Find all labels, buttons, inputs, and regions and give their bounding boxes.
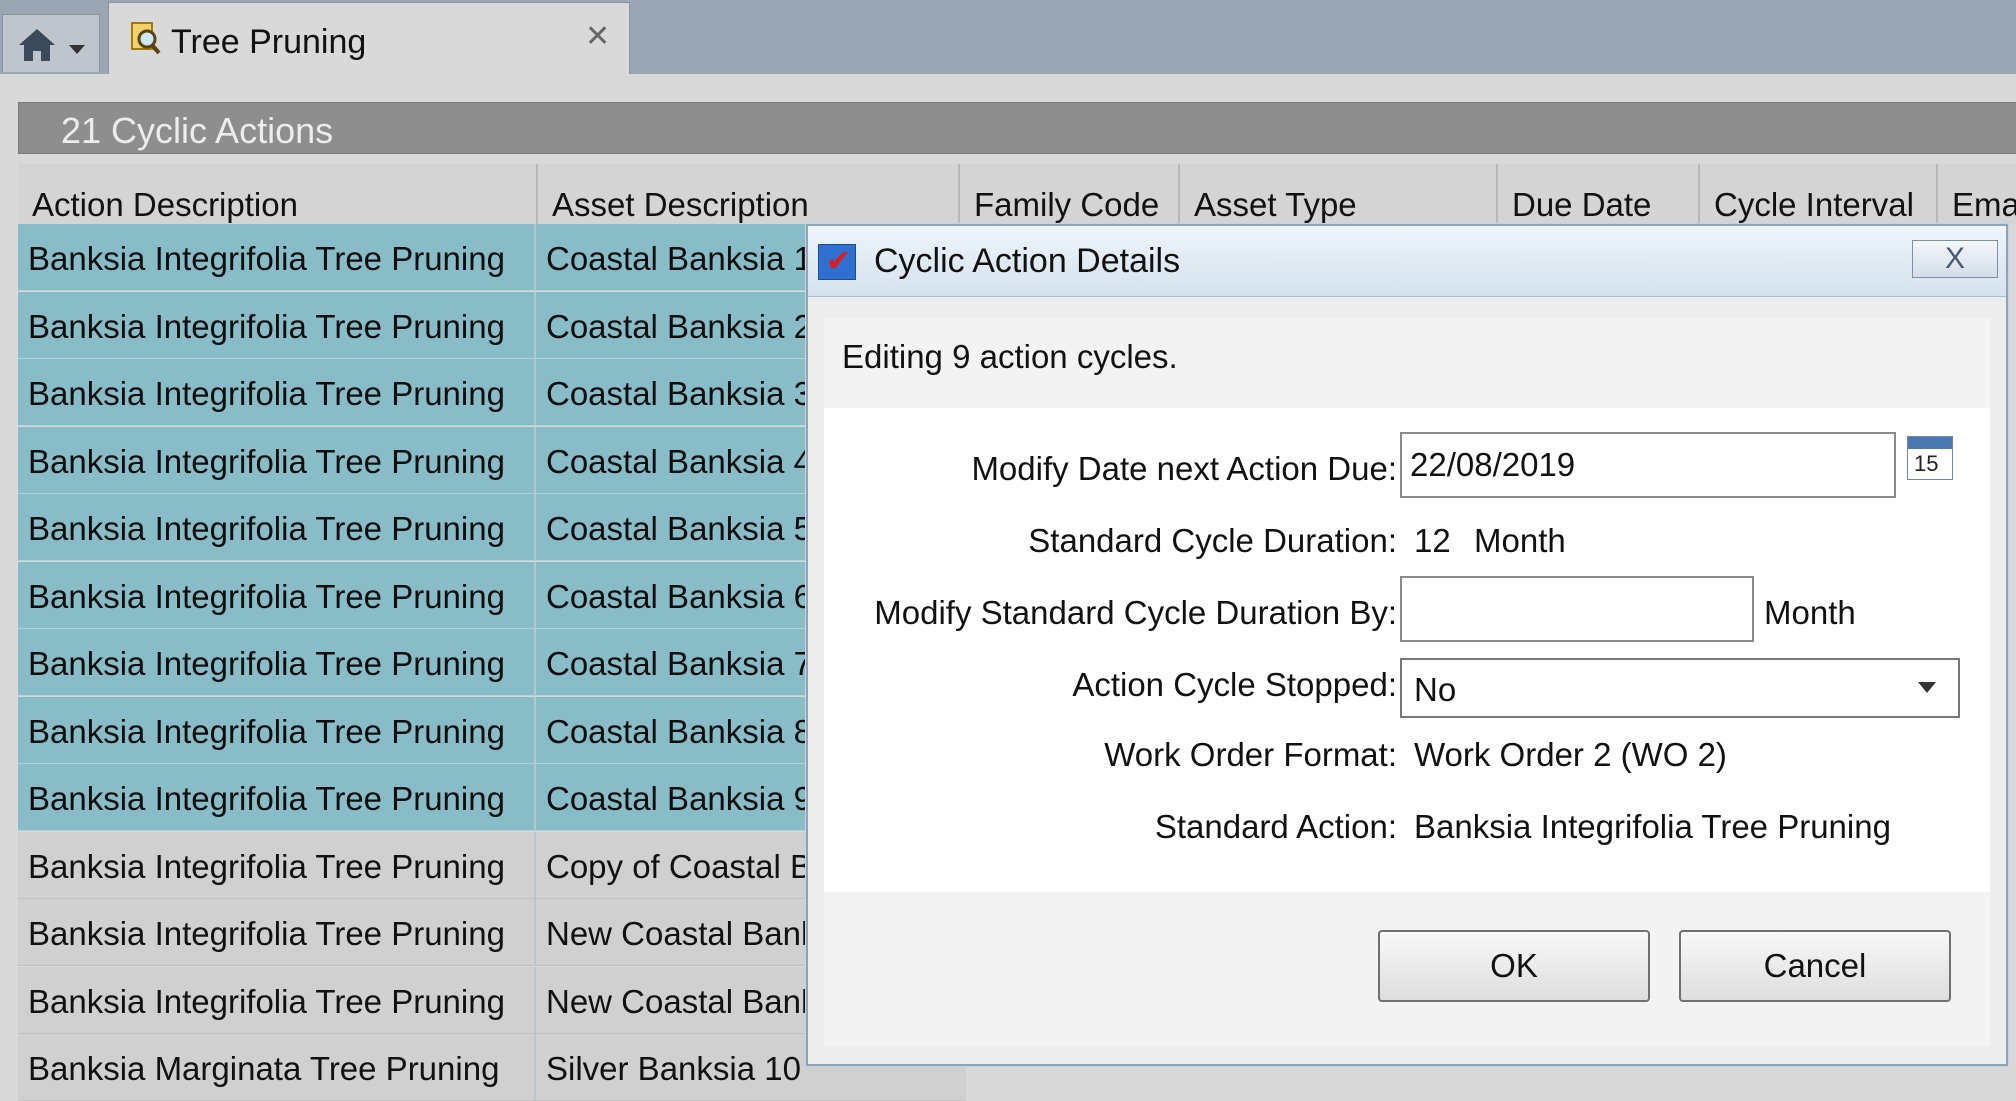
dialog-title: Cyclic Action Details [874,242,1181,280]
modify-cycle-duration-unit: Month [1764,594,1856,631]
cell-action-description: Banksia Integrifolia Tree Pruning [18,899,536,966]
standard-cycle-duration-label: Standard Cycle Duration: [1028,522,1397,559]
cell-action-description: Banksia Integrifolia Tree Pruning [18,629,536,696]
work-order-format-value: Work Order 2 (WO 2) [1414,736,1727,773]
dialog-close-button[interactable]: X [1912,240,1998,278]
column-header-action-description[interactable]: Action Description [18,164,538,224]
home-menu-button[interactable] [2,14,100,72]
search-document-icon [131,22,161,55]
column-header-due-date[interactable]: Due Date [1498,164,1700,224]
dialog-form: Modify Date next Action Due: 22/08/2019 … [824,408,1990,892]
column-header-cycle-interval[interactable]: Cycle Interval [1700,164,1938,224]
column-header-family-code[interactable]: Family Code [960,164,1180,224]
calendar-icon[interactable]: 15 [1907,436,1953,480]
cell-action-description: Banksia Integrifolia Tree Pruning [18,831,536,899]
list-title: 21 Cyclic Actions [61,110,334,151]
cyclic-action-details-dialog: ✔ Cyclic Action Details X Editing 9 acti… [806,224,2008,1066]
action-cycle-stopped-select[interactable]: No [1400,658,1960,718]
cell-action-description: Banksia Integrifolia Tree Pruning [18,966,536,1034]
close-icon[interactable]: ✕ [585,19,610,54]
checkbox-app-icon: ✔ [818,244,856,280]
standard-action-label: Standard Action: [1154,808,1397,845]
list-title-bar: 21 Cyclic Actions [18,102,2016,154]
column-header-asset-type[interactable]: Asset Type [1180,164,1498,224]
modify-cycle-duration-label: Modify Standard Cycle Duration By: [874,594,1397,631]
standard-action-value: Banksia Integrifolia Tree Pruning [1414,808,1891,845]
tab-strip: Tree Pruning ✕ [0,0,2016,75]
action-cycle-stopped-value: No [1414,671,1457,708]
cell-action-description: Banksia Integrifolia Tree Pruning [18,764,536,831]
dialog-subtitle: Editing 9 action cycles. [842,338,1178,375]
tab-tree-pruning[interactable]: Tree Pruning ✕ [108,2,630,74]
ok-button[interactable]: OK [1378,930,1650,1002]
home-icon [19,29,55,61]
chevron-down-icon [1918,682,1936,693]
chevron-down-icon [69,45,85,54]
modify-cycle-duration-input[interactable] [1400,576,1754,642]
action-cycle-stopped-label: Action Cycle Stopped: [1072,666,1397,703]
cell-action-description: Banksia Integrifolia Tree Pruning [18,224,536,291]
cell-action-description: Banksia Marginata Tree Pruning [18,1034,536,1101]
cell-action-description: Banksia Integrifolia Tree Pruning [18,494,536,561]
dialog-body: Editing 9 action cycles. Modify Date nex… [824,318,1990,1046]
column-header-email[interactable]: Ema [1938,164,2016,224]
next-due-date-input[interactable]: 22/08/2019 [1400,432,1896,498]
tab-label: Tree Pruning [171,23,367,61]
cell-action-description: Banksia Integrifolia Tree Pruning [18,359,536,426]
dialog-titlebar: ✔ Cyclic Action Details X [808,226,2006,297]
next-due-label: Modify Date next Action Due: [971,450,1397,487]
column-header-asset-description[interactable]: Asset Description [538,164,960,224]
standard-cycle-duration-value: 12 [1414,522,1451,559]
cell-action-description: Banksia Integrifolia Tree Pruning [18,696,536,764]
work-order-format-label: Work Order Format: [1104,736,1397,773]
cancel-button[interactable]: Cancel [1679,930,1951,1002]
cell-action-description: Banksia Integrifolia Tree Pruning [18,426,536,494]
cell-action-description: Banksia Integrifolia Tree Pruning [18,291,536,359]
standard-cycle-duration-unit: Month [1474,522,1566,559]
cell-action-description: Banksia Integrifolia Tree Pruning [18,561,536,629]
